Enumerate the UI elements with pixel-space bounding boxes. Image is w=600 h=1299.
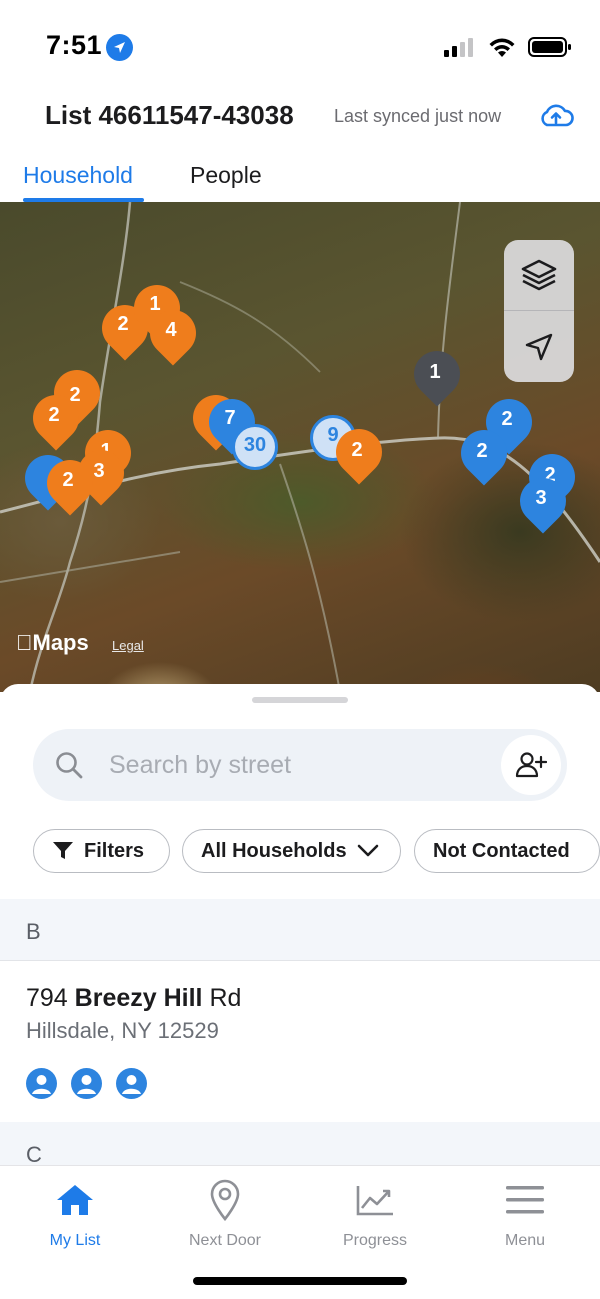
tab-progress[interactable]: Progress (300, 1178, 450, 1250)
tab-my-list[interactable]: My List (0, 1178, 150, 1250)
cellular-signal-icon (444, 38, 473, 57)
map-controls-divider (504, 310, 574, 311)
satellite-map[interactable]: 2 1 4 2 2 1 3 2 7 30 9 2 1 2 2 2 3 (0, 202, 600, 692)
home-icon (0, 1178, 150, 1222)
wifi-icon (489, 38, 515, 57)
section-header-b: B (0, 899, 600, 961)
person-avatar-icon (116, 1068, 147, 1099)
list-title: List 46611547-43038 (45, 100, 294, 130)
map-layers-button[interactable] (504, 240, 574, 310)
households-dropdown-label: All Households (201, 839, 347, 862)
hamburger-menu-icon (450, 1178, 600, 1222)
map-pin-label: 1 (429, 360, 441, 383)
filter-chips: Filters All Households Not Contacted (0, 829, 600, 875)
sync-status: Last synced just now (334, 106, 502, 126)
cloud-upload-icon[interactable] (538, 102, 574, 135)
house-number: 794 (26, 984, 68, 1012)
map-pin-label: 2 (62, 468, 74, 491)
trend-chart-icon (300, 1178, 450, 1222)
person-avatar-icon (71, 1068, 102, 1099)
map-cluster-label: 30 (243, 433, 267, 456)
add-person-button[interactable] (501, 735, 561, 795)
map-pin-label: 4 (165, 318, 177, 341)
filter-funnel-icon (53, 842, 73, 859)
households-dropdown[interactable]: All Households (182, 829, 401, 873)
status-icons (444, 36, 572, 58)
person-avatar-icon (26, 1068, 57, 1099)
maps-legal-link[interactable]: Legal (112, 638, 144, 653)
apple-maps-logo: Maps (16, 630, 89, 655)
current-location-button[interactable] (504, 312, 574, 382)
sheet-grabber[interactable] (252, 697, 348, 703)
filters-label: Filters (84, 839, 145, 862)
map-pin-label: 2 (351, 438, 363, 461)
list-header: List 46611547-43038 Last synced just now (0, 96, 600, 140)
street-name: Breezy Hill (74, 984, 203, 1012)
search-bar (33, 729, 567, 801)
map-controls (504, 240, 574, 382)
location-pin-icon (150, 1178, 300, 1222)
add-person-icon (515, 752, 547, 778)
chevron-down-icon (357, 844, 378, 857)
household-people (26, 1068, 147, 1099)
city-state-zip: Hillsdale, NY 12529 (26, 1018, 219, 1043)
section-letter: B (26, 919, 41, 944)
location-services-icon (106, 34, 133, 61)
tab-household[interactable]: Household (23, 162, 133, 189)
map-pin-label: 2 (48, 403, 60, 426)
tab-label: Next Door (188, 1232, 262, 1249)
battery-icon (528, 37, 571, 57)
search-input[interactable] (109, 747, 489, 783)
tab-label: Progress (342, 1232, 408, 1249)
not-contacted-label: Not Contacted (433, 839, 570, 862)
tab-label: Menu (504, 1232, 546, 1249)
tab-next-door[interactable]: Next Door (150, 1178, 300, 1250)
status-time: 7:51 (46, 30, 103, 60)
street-suffix: Rd (209, 984, 242, 1012)
tab-people[interactable]: People (190, 162, 262, 189)
not-contacted-chip[interactable]: Not Contacted (414, 829, 600, 873)
street-address: 794 Breezy Hill Rd (26, 984, 241, 1013)
tab-menu[interactable]: Menu (450, 1178, 600, 1250)
search-icon (56, 752, 83, 779)
filters-button[interactable]: Filters (33, 829, 170, 873)
view-tabs: Household People (0, 160, 600, 202)
layers-icon (521, 259, 557, 291)
household-row[interactable]: 794 Breezy Hill Rd Hillsdale, NY 12529 (0, 962, 600, 1122)
status-bar: 7:51 (0, 0, 600, 90)
map-pin-label: 3 (535, 486, 547, 509)
location-arrow-icon (525, 333, 553, 361)
map-pin-label: 2 (476, 439, 488, 462)
tab-label: My List (49, 1232, 101, 1249)
home-indicator (193, 1277, 407, 1285)
